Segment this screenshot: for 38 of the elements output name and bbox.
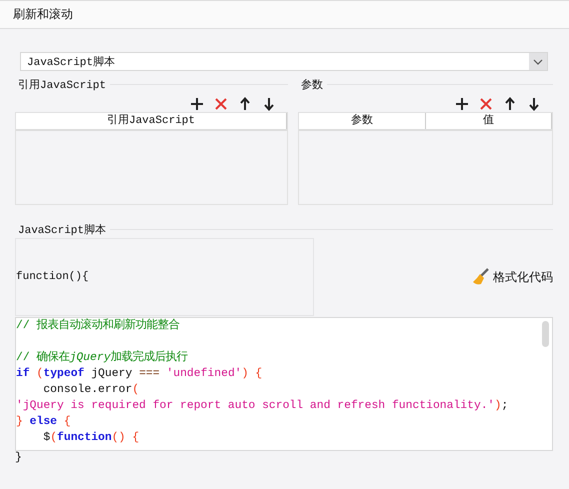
broom-icon — [472, 268, 490, 286]
code-line: if (typeof jQuery === 'undefined') { — [16, 366, 262, 382]
chevron-down-icon — [533, 58, 543, 64]
delete-button[interactable] — [479, 96, 493, 110]
column-header: 引用JavaScript — [16, 113, 287, 129]
format-code-button[interactable]: 格式化代码 — [472, 268, 553, 286]
add-button[interactable] — [190, 96, 204, 110]
code-editor[interactable]: // 报表自动滚动和刷新功能整合 // 确保在jQuery加载完成后执行 if (typeof jQuery === 'undefined') { console.error( 'jQuery is required for report auto scroll and refresh functionality.'); } else { $(function() { — [15, 317, 553, 451]
close-icon — [214, 96, 228, 110]
group-title: 参数 — [300, 78, 323, 92]
arrow-up-icon — [238, 96, 252, 110]
panel-title: 刷新和滚动 — [13, 6, 73, 23]
delete-button[interactable] — [214, 96, 228, 110]
move-up-button[interactable] — [238, 96, 252, 110]
code-line: // 报表自动滚动和刷新功能整合 — [16, 318, 180, 334]
column-header: 参数 — [299, 113, 426, 129]
group-title: 引用JavaScript — [17, 78, 106, 92]
arrow-down-icon — [262, 96, 276, 110]
move-down-button[interactable] — [262, 96, 276, 110]
code-line: } else { — [16, 414, 71, 430]
function-signature: function(){ — [16, 271, 89, 283]
arrow-up-icon — [503, 96, 517, 110]
column-header: 值 — [426, 113, 552, 129]
group-title: JavaScript脚本 — [17, 223, 106, 237]
code-line: 'jQuery is required for report auto scroll and refresh functionality.'); — [16, 398, 508, 414]
move-down-button[interactable] — [527, 96, 541, 110]
add-button[interactable] — [455, 96, 469, 110]
script-type-dropdown[interactable]: JavaScript脚本 — [20, 52, 548, 71]
move-up-button[interactable] — [503, 96, 517, 110]
code-line: // 确保在jQuery加载完成后执行 — [16, 350, 188, 366]
code-line: $(function() { — [42, 430, 140, 446]
plus-icon — [455, 96, 469, 110]
scrollbar-thumb[interactable] — [542, 321, 549, 347]
closing-brace: } — [15, 451, 22, 465]
code-line: console.error( — [42, 382, 140, 398]
arrow-down-icon — [527, 96, 541, 110]
plus-icon — [190, 96, 204, 110]
close-icon — [479, 96, 493, 110]
